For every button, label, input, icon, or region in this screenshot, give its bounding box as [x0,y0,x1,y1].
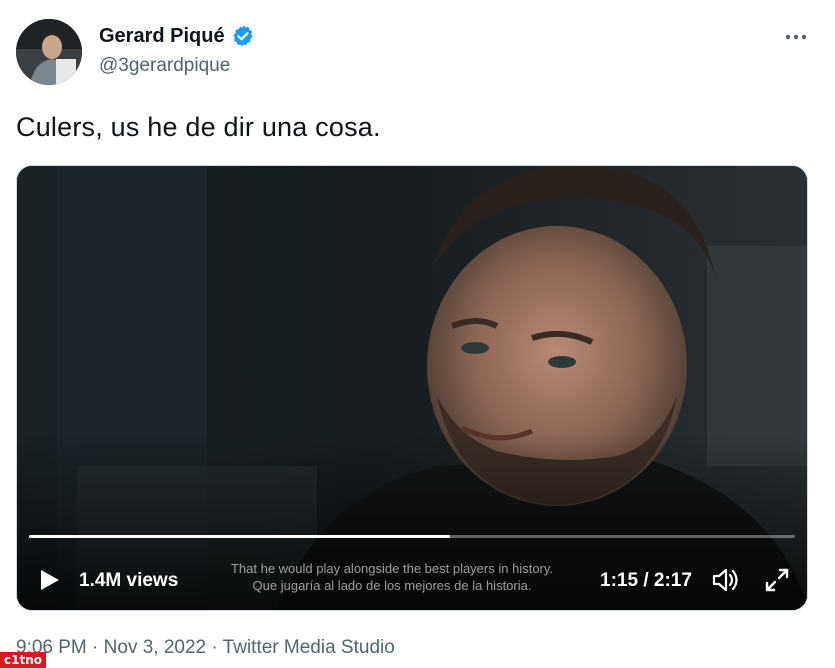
time-separator: / [643,570,649,591]
site-watermark-logo: c1tno [0,652,46,668]
name-row: Gerard Piqué [99,24,255,48]
video-progress-bar[interactable] [29,535,795,538]
tweet-source[interactable]: Twitter Media Studio [223,637,395,658]
tweet-card: Gerard Piqué @3gerardpique Culers, us he… [0,0,835,668]
user-handle[interactable]: @3gerardpique [99,55,230,77]
video-frame [17,166,807,610]
duration: 2:17 [653,570,692,591]
tweet-text: Culers, us he de dir una cosa. [16,112,381,142]
fullscreen-button[interactable] [763,566,791,594]
play-icon [41,570,59,590]
fullscreen-icon [765,568,789,592]
meta-separator-1: · [92,637,99,658]
volume-button[interactable] [711,566,741,594]
video-progress-fill [29,535,451,538]
view-count: 1.4M views [79,570,179,591]
current-time: 1:15 [600,570,639,591]
video-controls: 1.4M views That he would play alongside … [17,556,807,606]
meta-separator-2: · [211,637,218,658]
subtitle-line-1: That he would play alongside the best pl… [230,561,554,576]
tweet-date[interactable]: Nov 3, 2022 [104,637,206,658]
video-time: 1:15 / 2:17 [600,570,692,592]
more-horizontal-icon [785,34,807,40]
tweet-metadata: 9:06 PM · Nov 3, 2022 · Twitter Media St… [16,637,395,659]
avatar-image [16,19,82,85]
volume-icon [712,568,738,592]
avatar[interactable] [16,19,82,85]
video-player[interactable]: 1.4M views That he would play alongside … [16,165,808,611]
verified-badge-icon [231,24,255,48]
more-options-button[interactable] [779,24,813,50]
display-name[interactable]: Gerard Piqué [99,25,225,48]
subtitle-line-2: Que jugaría al lado de los mejores de la… [252,578,532,593]
video-subtitles: That he would play alongside the best pl… [187,560,597,594]
play-button[interactable] [37,568,61,592]
